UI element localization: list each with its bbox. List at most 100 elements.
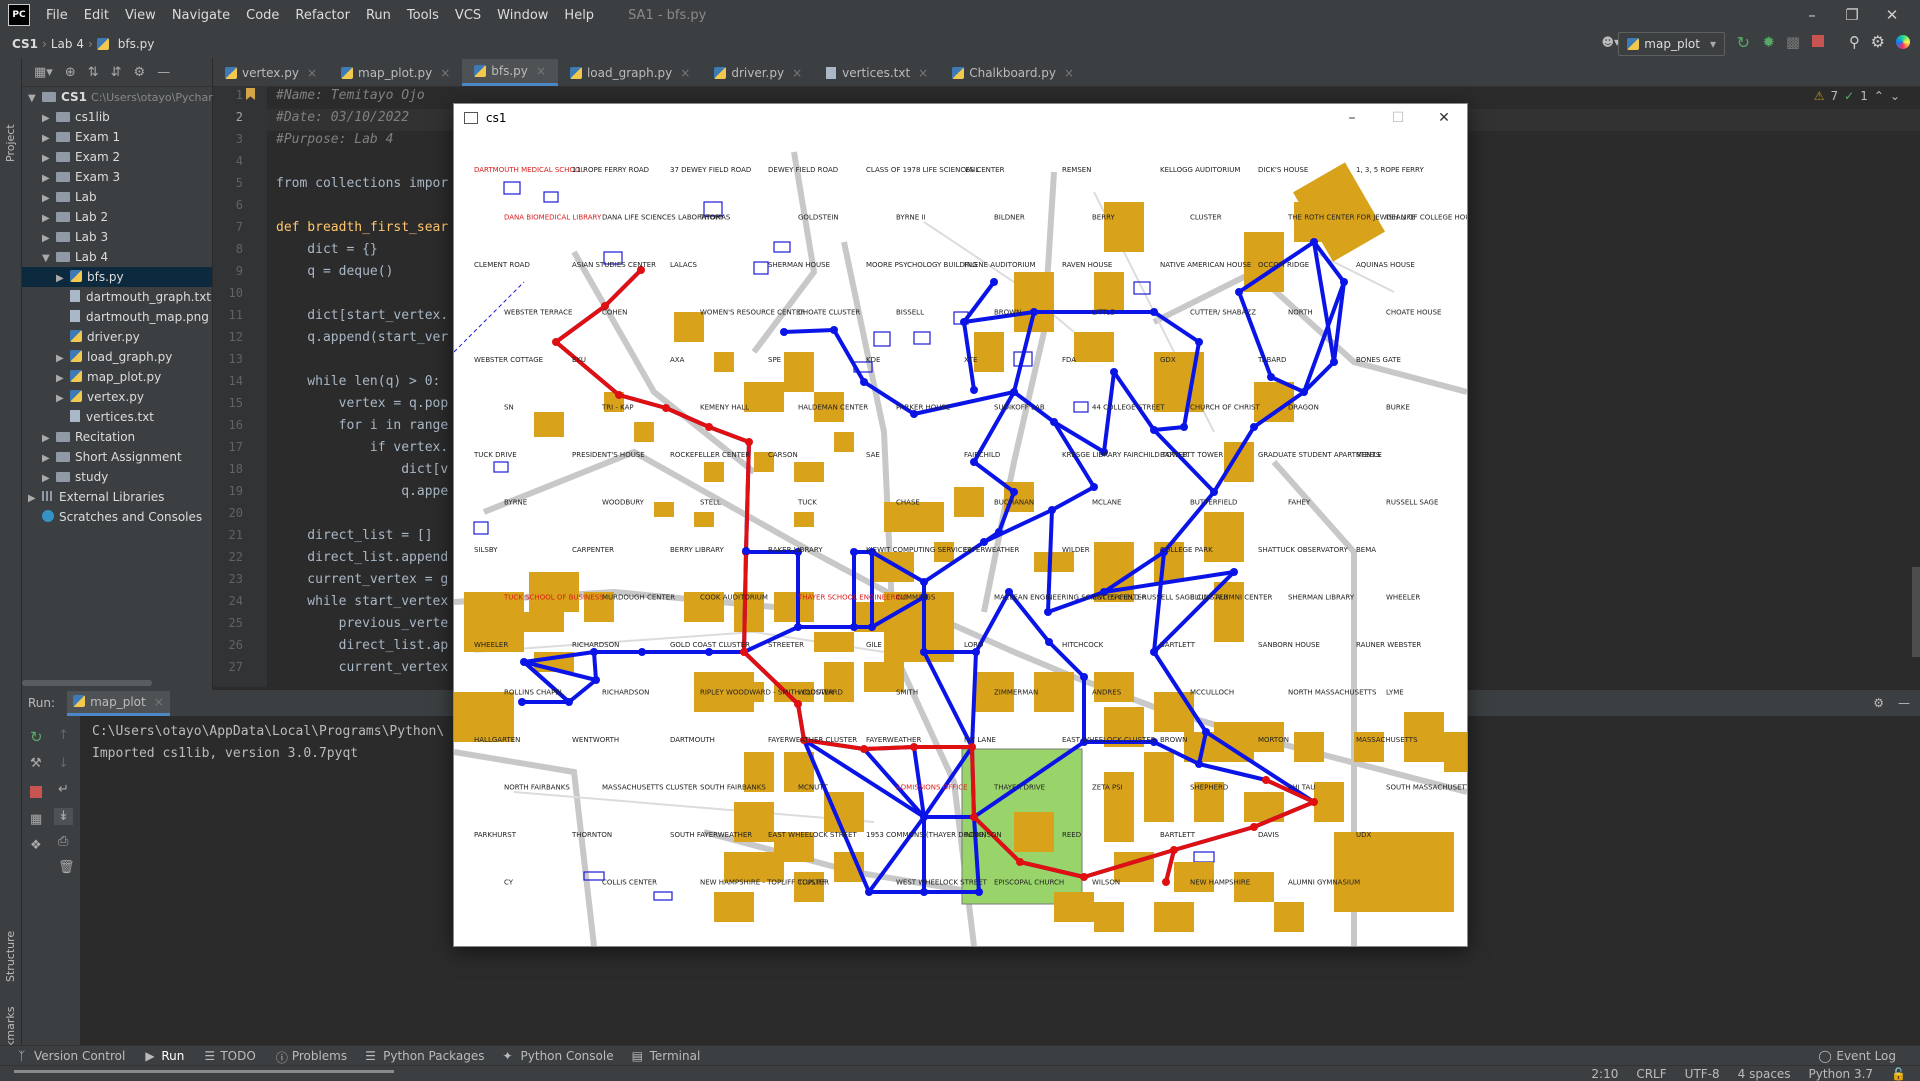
graph-vertex[interactable] [638,648,646,656]
campus-map[interactable]: DARTMOUTH MEDICAL SCHOOL 11 ROPE FERRY RO… [454,132,1467,946]
tree-item-recitation[interactable]: ▶ Recitation [22,427,212,447]
close-icon[interactable]: × [154,695,164,709]
graph-vertex[interactable] [1150,308,1158,316]
tree-item-scratches[interactable]: Scratches and Consoles [22,507,212,527]
graph-vertex[interactable] [1210,488,1218,496]
tree-item-study[interactable]: ▶ study [22,467,212,487]
graph-vertex[interactable] [970,386,978,394]
graph-vertex[interactable] [1150,648,1158,656]
graph-vertex[interactable] [1044,608,1052,616]
settings-gear-icon[interactable]: ⚙ [1873,696,1884,710]
close-icon[interactable]: × [792,66,802,80]
graph-vertex[interactable] [972,648,980,656]
tree-item-cs1lib[interactable]: ▶ cs1lib [22,107,212,127]
graph-vertex[interactable] [975,888,983,896]
terminal-tool[interactable]: ▤ Terminal [628,1049,715,1063]
graph-vertex[interactable] [794,623,802,631]
todo-tool[interactable]: ☰ TODO [198,1049,269,1063]
breadcrumb-project[interactable]: CS1 [0,37,42,51]
rerun-icon[interactable]: ↻ [30,728,43,746]
event-log-tool[interactable]: ◯ Event Log [1814,1049,1910,1063]
graph-vertex[interactable] [968,743,976,751]
graph-vertex[interactable] [1016,858,1024,866]
tree-root[interactable]: ▼ CS1 C:\Users\otayo\Pychar [22,87,213,107]
stop-icon[interactable] [1812,35,1824,47]
tree-item-lab4[interactable]: ▼ Lab 4 [22,247,212,267]
chevron-down-icon[interactable]: ⌄ [1890,89,1900,103]
layout-icon[interactable]: ▦ [30,812,42,827]
graph-vertex[interactable] [995,528,1003,536]
tab-vertex-py[interactable]: vertex.py × [213,59,329,86]
menu-edit[interactable]: Edit [76,8,117,23]
tab-load-graph-py[interactable]: load_graph.py × [558,59,702,86]
graph-vertex[interactable] [850,623,858,631]
print-icon[interactable]: ⎙ [58,834,68,849]
tree-item-vertices-txt[interactable]: vertices.txt [22,407,212,427]
graph-vertex[interactable] [1050,418,1058,426]
search-icon[interactable]: ⚲ [1849,33,1860,51]
graph-vertex[interactable] [830,326,838,334]
close-icon[interactable]: ✕ [1872,6,1912,24]
graph-vertex[interactable] [592,676,600,684]
run-config-select[interactable]: map_plot ▾ [1618,32,1725,56]
graph-vertex[interactable] [1310,798,1318,806]
expand-all-icon[interactable]: ⇅ [88,65,99,80]
graph-vertex[interactable] [1300,388,1308,396]
tab-driver-py[interactable]: driver.py × [702,59,814,86]
graph-vertex[interactable] [518,698,526,706]
menu-help[interactable]: Help [556,8,602,23]
tree-item-driver-py[interactable]: driver.py [22,327,212,347]
tree-item-lab2[interactable]: ▶ Lab 2 [22,207,212,227]
caret-position[interactable]: 2:10 [1582,1067,1627,1081]
indent-setting[interactable]: 4 spaces [1729,1067,1800,1081]
graph-vertex[interactable] [565,698,573,706]
tree-item-lab3[interactable]: ▶ Lab 3 [22,227,212,247]
graph-vertex[interactable] [552,338,560,346]
chevron-up-icon[interactable]: ⌃ [1874,89,1884,103]
tab-map-plot-py[interactable]: map_plot.py × [329,59,462,86]
close-icon[interactable]: × [680,66,690,80]
scroll-down-icon[interactable]: ↓ [58,756,69,771]
close-icon[interactable]: × [440,66,450,80]
graph-vertex[interactable] [742,547,750,555]
tree-item-short-assignment[interactable]: ▶ Short Assignment [22,447,212,467]
graph-vertex[interactable] [920,888,928,896]
graph-vertex[interactable] [1162,878,1170,886]
graph-vertex[interactable] [705,423,713,431]
graph-vertex[interactable] [1045,638,1053,646]
scroll-to-end-icon[interactable]: ↡ [54,808,73,825]
line-separator[interactable]: CRLF [1627,1067,1675,1081]
project-view-icon[interactable]: ▦▾ [34,65,53,80]
close-icon[interactable]: ✕ [1421,104,1467,132]
settings-gear-icon[interactable]: ⚙ [134,65,146,80]
graph-vertex[interactable] [1010,488,1018,496]
bookmark-icon[interactable] [246,88,255,100]
tree-item-exam1[interactable]: ▶ Exam 1 [22,127,212,147]
close-icon[interactable]: × [1064,66,1074,80]
tree-item-dartmouth-graph-txt[interactable]: dartmouth_graph.txt [22,287,212,307]
collapse-all-icon[interactable]: ⇵ [111,65,122,80]
graph-vertex[interactable] [1090,483,1098,491]
tree-item-bfs-py[interactable]: ▶ bfs.py [22,267,212,287]
lock-icon[interactable]: 🔓 [1882,1067,1920,1081]
settings-gear-icon[interactable]: ⚙ [1871,32,1885,51]
rerun-icon[interactable]: ↻ [1737,33,1750,52]
tab-vertices-txt[interactable]: vertices.txt × [814,59,940,86]
graph-vertex[interactable] [1030,308,1038,316]
graph-vertex[interactable] [1340,278,1348,286]
inspection-widget[interactable]: ⚠ 7 ✓ 1 ⌃ ⌄ [1814,89,1900,103]
debug-icon[interactable]: ✹ [1762,33,1775,51]
graph-vertex[interactable] [980,538,988,546]
minimize-icon[interactable]: – [1792,6,1832,24]
menu-code[interactable]: Code [238,8,287,23]
graph-vertex[interactable] [705,648,713,656]
graph-vertex[interactable] [920,578,928,586]
menu-window[interactable]: Window [489,8,556,23]
tab-bfs-py[interactable]: bfs.py × [462,59,558,86]
run-tab-map-plot[interactable]: map_plot × [67,690,170,716]
menu-view[interactable]: View [117,8,164,23]
scroll-up-icon[interactable]: ↑ [58,728,69,743]
graph-vertex[interactable] [1010,388,1018,396]
graph-vertex[interactable] [1080,673,1088,681]
tree-item-lab[interactable]: ▶ Lab [22,187,212,207]
